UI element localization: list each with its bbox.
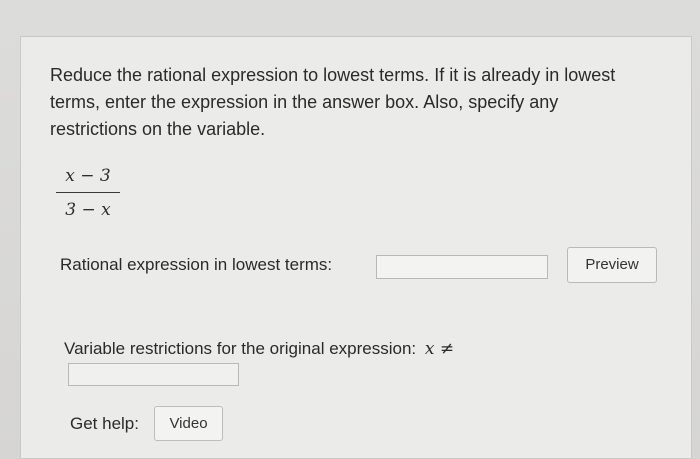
answer-label: Rational expression in lowest terms: (60, 255, 333, 274)
get-help-label: Get help: (70, 414, 139, 433)
fraction-bar (56, 192, 120, 193)
question-text: Reduce the rational expression to lowest… (50, 65, 616, 139)
video-button[interactable]: Video (154, 406, 223, 441)
answer-input[interactable] (376, 255, 548, 279)
preview-button[interactable]: Preview (567, 247, 657, 283)
restrictions-label: Variable restrictions for the original e… (64, 339, 417, 358)
expression-numerator: x − 3 (65, 166, 111, 186)
page: Reduce the rational expression to lowest… (0, 0, 700, 459)
expression-denominator: 3 − x (65, 200, 111, 220)
restrictions-math: x ≠ (424, 339, 455, 359)
rational-expression: x − 3 3 − x (56, 165, 120, 221)
restrictions-label-row: Variable restrictions for the original e… (64, 339, 454, 359)
restrictions-input[interactable] (68, 363, 239, 386)
